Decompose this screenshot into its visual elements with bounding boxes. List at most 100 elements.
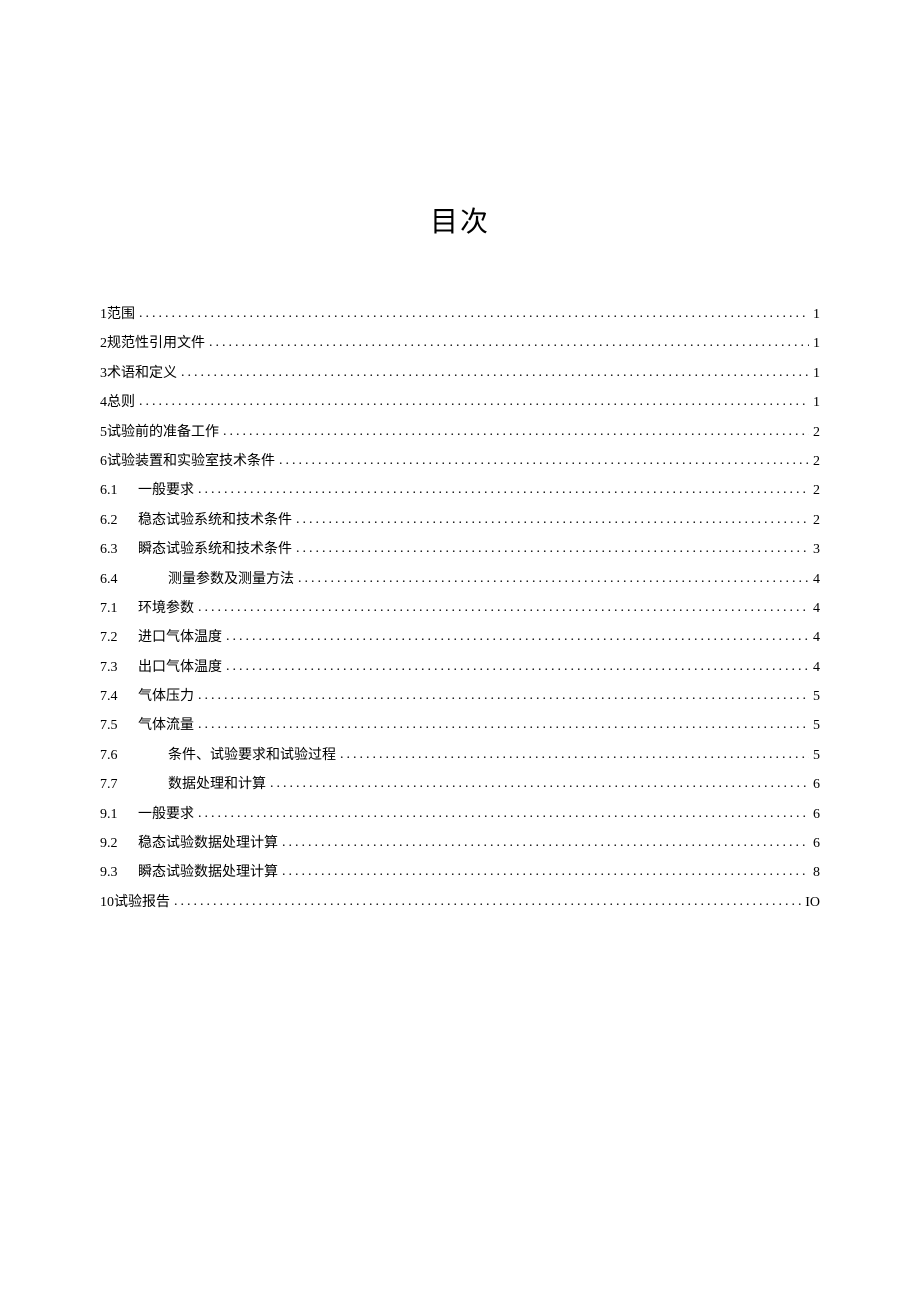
toc-entry: 7.7数据处理和计算6 <box>100 770 820 799</box>
toc-entry-text: 试验装置和实验室技术条件 <box>107 447 275 476</box>
toc-entry-text: 测量参数及测量方法 <box>138 565 294 594</box>
toc-entry: 7.2进口气体温度 4 <box>100 623 820 652</box>
toc-entry-page: 6 <box>813 800 820 829</box>
toc-leader-dots <box>282 857 809 886</box>
toc-title: 目次 <box>100 200 820 240</box>
toc-entry-text: 一般要求 <box>138 476 194 505</box>
toc-entry: 7.5气体流量5 <box>100 711 820 740</box>
table-of-contents: 1 范围12 规范性引用文件13 术语和定义14 总则15 试验前的准备工作26… <box>100 300 820 917</box>
toc-entry-number: 7.3 <box>100 653 138 682</box>
toc-entry-page: 4 <box>813 623 820 652</box>
toc-entry-number: 2 <box>100 329 107 358</box>
toc-entry-number: 9.2 <box>100 829 138 858</box>
toc-entry: 6.2稳态试验系统和技术条件 2 <box>100 506 820 535</box>
toc-entry-text: 试验报告 <box>114 888 170 917</box>
toc-entry: 2 规范性引用文件 1 <box>100 329 820 358</box>
toc-entry: 6 试验装置和实验室技术条件 2 <box>100 447 820 476</box>
toc-entry: 6.1一般要求 2 <box>100 476 820 505</box>
toc-entry-number: 6.2 <box>100 506 138 535</box>
toc-entry: 7.6条件、试验要求和试验过程 5 <box>100 741 820 770</box>
toc-leader-dots <box>296 505 809 534</box>
toc-entry-text: 试验前的准备工作 <box>107 418 219 447</box>
toc-leader-dots <box>296 534 809 563</box>
toc-leader-dots <box>181 358 809 387</box>
toc-entry-page: 5 <box>813 741 820 770</box>
toc-entry: 9.3瞬态试验数据处理计算 8 <box>100 858 820 887</box>
toc-leader-dots <box>226 622 809 651</box>
toc-entry-page: 2 <box>813 506 820 535</box>
toc-entry-text: 规范性引用文件 <box>107 329 205 358</box>
toc-entry-text: 稳态试验系统和技术条件 <box>138 506 292 535</box>
toc-entry-page: 2 <box>813 418 820 447</box>
toc-entry-page: 4 <box>813 594 820 623</box>
toc-entry-text: 环境参数 <box>138 594 194 623</box>
toc-entry: 7.1环境参数 4 <box>100 594 820 623</box>
toc-leader-dots <box>270 769 809 798</box>
toc-entry-page: 1 <box>813 388 820 417</box>
toc-entry-page: 4 <box>813 565 820 594</box>
toc-entry-number: 4 <box>100 388 107 417</box>
toc-leader-dots <box>223 417 809 446</box>
toc-entry-page: 1 <box>813 300 820 329</box>
toc-entry-number: 6.1 <box>100 476 138 505</box>
toc-leader-dots <box>226 652 809 681</box>
toc-entry: 6.4测量参数及测量方法 4 <box>100 565 820 594</box>
toc-entry-page: 3 <box>813 535 820 564</box>
toc-entry-number: 7.2 <box>100 623 138 652</box>
toc-entry-number: 6.3 <box>100 535 138 564</box>
toc-entry: 6.3瞬态试验系统和技术条件 3 <box>100 535 820 564</box>
toc-entry-number: 10 <box>100 888 114 917</box>
toc-entry-page: 6 <box>813 770 820 799</box>
toc-entry-number: 1 <box>100 300 107 329</box>
toc-entry-page: 5 <box>813 682 820 711</box>
toc-entry-text: 瞬态试验数据处理计算 <box>138 858 278 887</box>
toc-leader-dots <box>198 799 809 828</box>
toc-entry-text: 条件、试验要求和试验过程 <box>138 741 336 770</box>
toc-entry-number: 6 <box>100 447 107 476</box>
toc-entry: 9.1一般要求6 <box>100 800 820 829</box>
toc-entry-text: 稳态试验数据处理计算 <box>138 829 278 858</box>
toc-leader-dots <box>298 564 809 593</box>
toc-entry-text: 进口气体温度 <box>138 623 222 652</box>
toc-leader-dots <box>139 387 809 416</box>
toc-entry-text: 气体压力 <box>138 682 194 711</box>
toc-entry-page: 2 <box>813 476 820 505</box>
toc-leader-dots <box>209 328 809 357</box>
toc-entry-number: 9.3 <box>100 858 138 887</box>
toc-entry-page: 8 <box>813 858 820 887</box>
toc-entry-page: 5 <box>813 711 820 740</box>
toc-entry-page: 6 <box>813 829 820 858</box>
toc-entry-page: IO <box>805 888 820 917</box>
toc-entry-number: 7.5 <box>100 711 138 740</box>
toc-entry: 10 试验报告 IO <box>100 888 820 917</box>
toc-entry-text: 出口气体温度 <box>138 653 222 682</box>
toc-entry-number: 7.7 <box>100 770 138 799</box>
toc-entry-page: 1 <box>813 329 820 358</box>
toc-leader-dots <box>174 887 801 916</box>
toc-entry: 7.3出口气体温度 4 <box>100 653 820 682</box>
toc-leader-dots <box>279 446 809 475</box>
toc-leader-dots <box>198 710 809 739</box>
toc-entry-number: 3 <box>100 359 107 388</box>
toc-entry-number: 5 <box>100 418 107 447</box>
toc-entry: 5 试验前的准备工作 2 <box>100 418 820 447</box>
toc-leader-dots <box>198 593 809 622</box>
toc-leader-dots <box>198 475 809 504</box>
toc-leader-dots <box>282 828 809 857</box>
toc-leader-dots <box>139 299 809 328</box>
toc-entry-page: 4 <box>813 653 820 682</box>
toc-entry-text: 范围 <box>107 300 135 329</box>
toc-entry-number: 6.4 <box>100 565 138 594</box>
toc-entry: 3 术语和定义1 <box>100 359 820 388</box>
toc-entry: 4 总则 1 <box>100 388 820 417</box>
toc-entry-number: 7.6 <box>100 741 138 770</box>
toc-entry: 1 范围1 <box>100 300 820 329</box>
toc-entry-text: 一般要求 <box>138 800 194 829</box>
toc-entry: 9.2稳态试验数据处理计算 6 <box>100 829 820 858</box>
toc-entry: 7.4气体压力5 <box>100 682 820 711</box>
toc-entry-number: 7.1 <box>100 594 138 623</box>
toc-entry-text: 瞬态试验系统和技术条件 <box>138 535 292 564</box>
toc-entry-text: 术语和定义 <box>107 359 177 388</box>
toc-entry-page: 2 <box>813 447 820 476</box>
toc-entry-text: 总则 <box>107 388 135 417</box>
